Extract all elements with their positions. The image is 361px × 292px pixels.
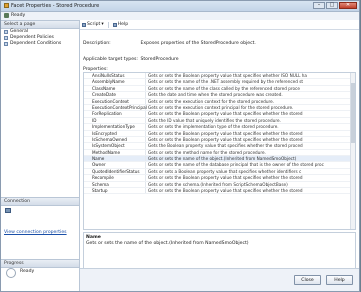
close-window-button[interactable]: ✕ — [339, 2, 357, 9]
property-description: Gets or sets the name of the class calle… — [148, 85, 300, 91]
property-name: Name — [84, 156, 146, 162]
ready-status: Ready — [11, 13, 26, 18]
target-types-value: StoredProcedure — [140, 57, 179, 62]
property-description: Gets or sets the execution context princ… — [148, 104, 294, 110]
property-description: Gets or sets the Boolean property value … — [148, 136, 303, 142]
help-panel-text: Gets or sets the name of the object.(Inh… — [86, 241, 249, 246]
script-button[interactable]: Script ▾ — [82, 22, 104, 27]
property-help-panel: Name Gets or sets the name of the object… — [83, 232, 356, 269]
property-name: AnsiNullsStatus — [84, 73, 146, 79]
target-types-label: Applicable target types: — [83, 57, 138, 62]
property-name: ImplementationType — [84, 124, 146, 130]
property-name: QuotedIdentifierStatus — [84, 168, 146, 175]
table-row[interactable]: Startup Gets or sets the Boolean property… — [84, 188, 355, 195]
help-label: Help — [117, 22, 129, 27]
progress-section: Progress Ready — [1, 259, 79, 278]
target-types-row: Applicable target types: StoredProcedure — [83, 57, 179, 62]
view-connection-properties-link[interactable]: View connection properties — [4, 230, 67, 235]
properties-grid[interactable]: AnsiNullsStatus Gets or sets the Boolean … — [83, 72, 356, 230]
script-icon — [82, 22, 86, 27]
property-description: Gets the Boolean property value that spe… — [148, 143, 303, 149]
property-description: Gets or sets the Boolean property value … — [148, 130, 303, 136]
page-dependent-conditions[interactable]: Dependent Conditions — [1, 41, 79, 47]
property-description: Gets or sets the method name for the sto… — [148, 149, 266, 155]
property-name: IsEncrypted — [84, 130, 146, 136]
maximize-button[interactable]: □ — [326, 2, 338, 9]
description-value: Exposes properties of the StoredProcedur… — [140, 41, 256, 46]
grid-scrollbar[interactable] — [350, 73, 355, 229]
property-name: ExecutionContext — [84, 98, 146, 104]
property-description: Gets or sets a Boolean property value th… — [148, 168, 302, 174]
property-name: ClassName — [84, 85, 146, 92]
app-icon — [4, 3, 9, 8]
connection-header: Connection — [1, 197, 79, 206]
property-name: ID — [84, 117, 146, 124]
connection-section: Connection View connection properties — [1, 197, 79, 235]
progress-status: Ready — [20, 269, 35, 274]
property-name: IsSchemaOwned — [84, 136, 146, 143]
scrollbar-thumb[interactable] — [351, 83, 355, 143]
property-name: Recompile — [84, 175, 146, 181]
select-page-header: Select a page — [1, 20, 79, 29]
progress-header: Progress — [1, 259, 79, 268]
property-description: Gets or sets the implementation type of … — [148, 124, 279, 130]
page-icon — [4, 36, 8, 40]
property-description: Gets or sets the Boolean property value … — [148, 188, 303, 194]
window-controls: – □ ✕ — [313, 2, 357, 9]
script-label: Script — [87, 22, 101, 27]
property-description: Gets or sets the Boolean property value … — [148, 175, 303, 181]
window-title: Facet Properties - Stored Procedure — [11, 3, 100, 9]
help-icon — [112, 22, 117, 27]
server-icon — [5, 208, 11, 213]
status-strip: Ready — [1, 11, 79, 20]
property-description: Gets or sets the name of the .NET assemb… — [148, 79, 304, 85]
page-icon — [4, 42, 8, 46]
property-description: Gets or sets the name of the object.(Inh… — [148, 156, 297, 162]
toolbar: Script ▾ Help — [80, 20, 359, 30]
help-button[interactable]: Help — [326, 275, 353, 285]
ready-icon — [4, 13, 9, 18]
property-description: Gets or sets the execution context for t… — [148, 98, 275, 104]
facet-properties-window: Facet Properties - Stored Procedure – □ … — [0, 0, 360, 292]
property-name: Owner — [84, 162, 146, 168]
progress-indicator-icon — [6, 268, 16, 278]
property-name: Schema — [84, 181, 146, 188]
description-row: Description: Exposes properties of the S… — [83, 41, 256, 46]
dialog-footer: Close Help — [80, 268, 359, 291]
toolbar-divider — [107, 21, 109, 28]
property-name: ForReplication — [84, 111, 146, 117]
help-panel-title: Name — [86, 235, 101, 240]
property-description: Gets or sets the Boolean property value … — [148, 111, 303, 117]
close-button[interactable]: Close — [294, 275, 321, 285]
general-page: Script ▾ Help Description: Exposes prope… — [80, 20, 359, 269]
property-name: ExecutionContextPrincipal — [84, 104, 147, 111]
property-name: MethodName — [84, 149, 146, 156]
property-name: AssemblyName — [84, 79, 146, 85]
minimize-button[interactable]: – — [313, 2, 325, 9]
property-description: Gets or sets the name of the database pr… — [148, 162, 324, 168]
property-description: Gets or sets the Boolean property value … — [148, 73, 307, 78]
property-description: Gets or sets the schema.(Inherited from … — [148, 181, 288, 187]
page-label: Dependent Conditions — [10, 41, 62, 46]
dropdown-arrow-icon[interactable]: ▾ — [101, 22, 103, 27]
page-icon — [4, 30, 8, 34]
property-name: Startup — [84, 188, 146, 194]
property-description: Gets the ID value that uniquely identifi… — [148, 117, 281, 123]
toolbar-help-button[interactable]: Help — [112, 22, 129, 27]
left-pane: Select a page General Dependent Policies… — [1, 20, 80, 291]
property-description: Gets the date and time when the stored p… — [148, 92, 283, 98]
property-name: CreateDate — [84, 92, 146, 98]
description-label: Description: — [83, 41, 111, 46]
property-name: IsSystemObject — [84, 143, 146, 149]
